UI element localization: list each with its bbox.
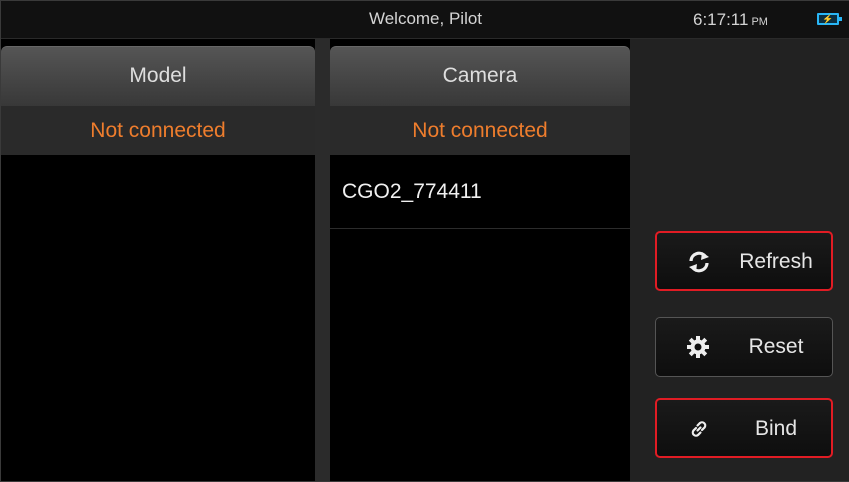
panel-divider: [315, 39, 330, 481]
status-bar: Welcome, Pilot 6:17:11 PM ⚡: [1, 1, 849, 39]
model-panel: Model Not connected: [1, 39, 315, 481]
reset-button[interactable]: Reset: [655, 317, 833, 377]
clock-time: 6:17:11: [693, 10, 749, 29]
camera-header: Camera: [330, 46, 630, 106]
clock: 6:17:11 PM: [693, 10, 768, 30]
refresh-icon: [689, 251, 709, 273]
link-icon: [691, 421, 707, 437]
camera-status: Not connected: [330, 106, 630, 155]
model-header: Model: [1, 46, 315, 106]
camera-panel: Camera Not connected CGO2_774411: [330, 39, 630, 481]
bind-label: Bind: [754, 417, 798, 440]
refresh-label: Refresh: [739, 250, 813, 273]
model-status: Not connected: [1, 106, 315, 155]
reset-label: Reset: [748, 335, 804, 358]
bind-button[interactable]: Bind: [655, 398, 833, 458]
clock-ampm: PM: [751, 16, 768, 28]
refresh-button[interactable]: Refresh: [655, 231, 833, 291]
gear-icon: [687, 336, 709, 358]
battery-charging-icon: ⚡: [817, 13, 842, 25]
camera-list-item[interactable]: CGO2_774411: [330, 155, 630, 229]
app-window: Welcome, Pilot 6:17:11 PM ⚡ Model Not con…: [0, 0, 849, 482]
